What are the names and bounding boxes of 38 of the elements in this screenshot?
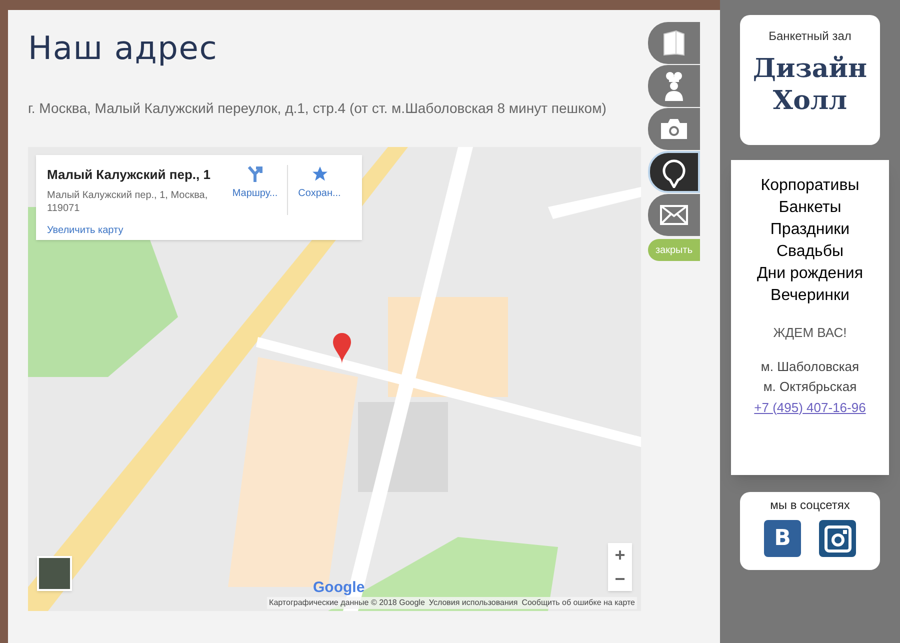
instagram-link[interactable]: [819, 520, 856, 557]
directions-button[interactable]: Маршру...: [223, 165, 287, 215]
map-footer-link[interactable]: Условия использования: [428, 597, 518, 609]
map-attribution: Картографические данные © 2018 Google: [269, 597, 425, 609]
address-text: г. Москва, Малый Калужский переулок, д.1, стр.4 (от ст. м.Шаболовская 8 минут пешком): [28, 99, 608, 118]
chef-icon: [663, 71, 685, 101]
place-address: Малый Калужский пер., 1, Москва, 119071: [47, 188, 209, 214]
brand-name: Дизайн Холл: [752, 53, 868, 117]
save-button[interactable]: Сохран...: [287, 165, 351, 215]
metro-station: м. Октябрьская: [763, 378, 857, 396]
metro-station: м. Шаболовская: [760, 358, 860, 376]
vk-link[interactable]: B: [764, 520, 801, 557]
map-footer-link[interactable]: Сообщить об ошибке на карте: [522, 597, 635, 609]
service-item: Банкеты: [778, 198, 842, 218]
place-title: Малый Калужский пер., 1: [47, 166, 212, 184]
enlarge-map-link[interactable]: Увеличить карту: [47, 222, 219, 238]
service-item: Вечеринки: [770, 286, 850, 306]
satellite-toggle[interactable]: [37, 556, 72, 591]
camera-icon: [660, 118, 688, 140]
side-tab[interactable]: [648, 151, 700, 193]
booklet-icon: [662, 30, 686, 56]
camera-icon: [824, 524, 852, 552]
map[interactable]: Малый Калужский пер., 1 Малый Калужский пер., 1, Москва, 119071 Увеличить карту Маршру... Сохран... + − Google Картографические данные © 2018 Google Условия использования Сообщить об ошибке на карте: [28, 147, 641, 611]
zoom-out-button[interactable]: −: [608, 567, 632, 591]
service-item: Корпоративы: [760, 176, 860, 196]
social-title: мы в соцсетях: [770, 497, 850, 514]
service-item: Праздники: [770, 220, 850, 240]
zoom-in-button[interactable]: +: [608, 543, 632, 567]
service-item: Дни рождения: [756, 264, 864, 284]
map-logo: Google: [313, 578, 365, 598]
venue-type: Банкетный зал: [768, 28, 852, 45]
phone-link[interactable]: +7 (495) 407-16-96: [754, 396, 866, 418]
fork-arrow-icon: [246, 165, 264, 183]
envelope-icon: [660, 205, 688, 225]
star-icon: [310, 165, 328, 183]
page-title: Наш адрес: [28, 30, 219, 66]
invite-text: ЖДЕМ ВАС!: [773, 324, 847, 342]
service-item: Свадьбы: [776, 242, 844, 262]
